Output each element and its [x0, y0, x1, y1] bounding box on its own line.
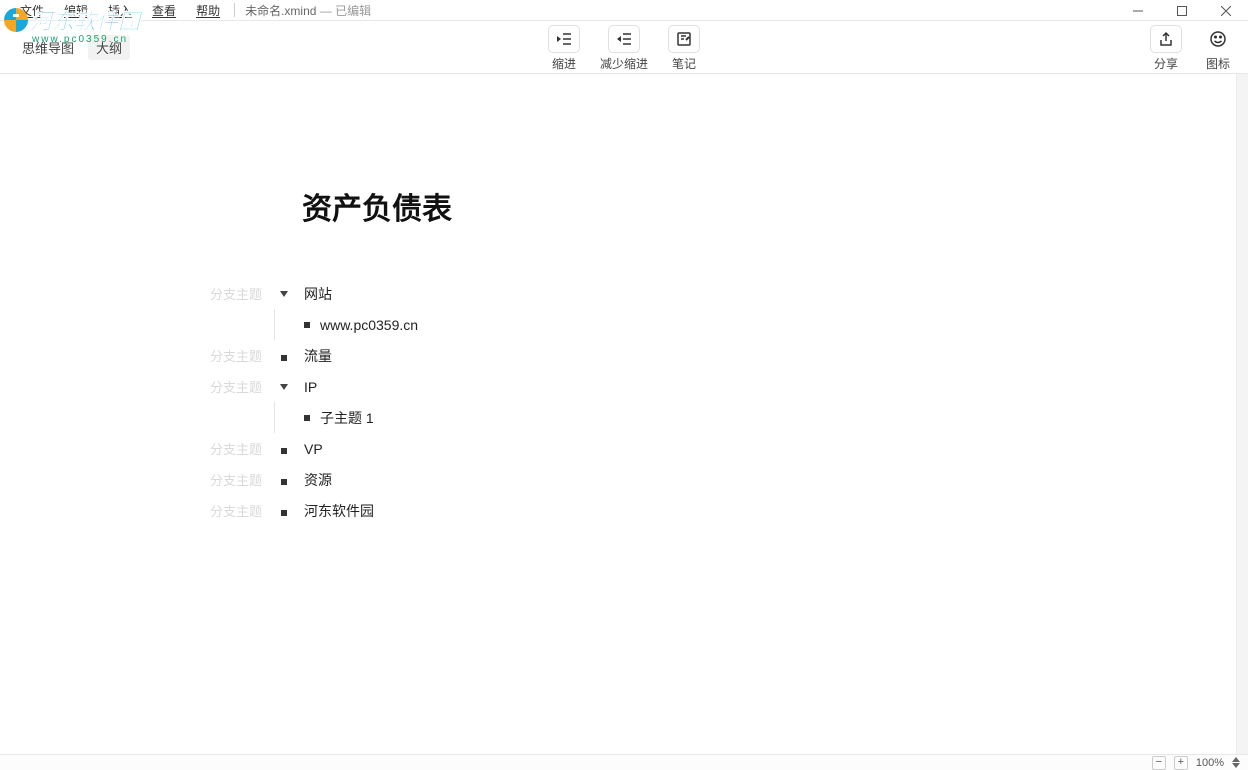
share-button[interactable]: 分享 — [1150, 25, 1182, 72]
zoom-level[interactable]: 100% — [1196, 757, 1224, 769]
menubar: 文件 编辑 插入 查看 帮助 未命名.xmind — 已编辑 — [0, 0, 1248, 21]
indent-label: 缩进 — [552, 55, 576, 72]
outline-item[interactable]: 分支主题 VP — [210, 433, 1236, 464]
tab-outline[interactable]: 大纲 — [88, 35, 130, 60]
bullet-icon — [270, 503, 298, 519]
indent-guide — [274, 402, 304, 433]
window-minimize-button[interactable] — [1116, 0, 1160, 21]
outdent-icon — [608, 25, 640, 53]
window-maximize-button[interactable] — [1160, 0, 1204, 21]
branch-hint: 分支主题 — [210, 439, 270, 458]
outline-item-label: 流量 — [298, 346, 332, 366]
outdent-label: 减少缩进 — [600, 55, 648, 72]
icons-button[interactable]: 图标 — [1202, 25, 1234, 72]
indent-guide — [274, 309, 304, 340]
outline-item[interactable]: 分支主题 资源 — [210, 464, 1236, 495]
outline-item[interactable]: 分支主题 网站 — [210, 278, 1236, 309]
outline-child-item[interactable]: 子主题 1 — [210, 402, 1236, 433]
zoom-dropdown-icon[interactable] — [1232, 757, 1240, 768]
branch-hint: 分支主题 — [210, 501, 270, 520]
menu-help[interactable]: 帮助 — [186, 2, 230, 19]
outline-title[interactable]: 资产负债表 — [302, 184, 1236, 228]
status-bar: − + 100% — [0, 754, 1248, 770]
branch-hint: 分支主题 — [210, 284, 270, 303]
menu-separator — [234, 3, 235, 17]
share-icon — [1150, 25, 1182, 53]
bullet-icon — [304, 415, 310, 421]
bullet-icon — [270, 348, 298, 364]
note-label: 笔记 — [672, 55, 696, 72]
outline-child-item[interactable]: www.pc0359.cn — [210, 309, 1236, 340]
outline-child-label: www.pc0359.cn — [320, 317, 418, 333]
icons-label: 图标 — [1206, 55, 1230, 72]
outline-area: 资产负债表 分支主题网站www.pc0359.cn分支主题流量分支主题IP子主题… — [0, 74, 1236, 754]
outline-item[interactable]: 分支主题 河东软件园 — [210, 495, 1236, 526]
outline-item-label: VP — [298, 441, 323, 457]
menu-view[interactable]: 查看 — [142, 2, 186, 19]
zoom-in-button[interactable]: + — [1174, 756, 1188, 770]
outline-item-label: 网站 — [298, 284, 332, 304]
vertical-scrollbar[interactable] — [1236, 74, 1248, 754]
menu-file[interactable]: 文件 — [10, 2, 54, 19]
branch-hint: 分支主题 — [210, 470, 270, 489]
toolbar: 思维导图 大纲 缩进 减少缩进 — [0, 21, 1248, 74]
tab-mindmap[interactable]: 思维导图 — [14, 35, 82, 60]
bullet-icon — [270, 472, 298, 488]
outline-child-label: 子主题 1 — [320, 408, 374, 428]
outline-item-label: 资源 — [298, 470, 332, 490]
window-controls — [1116, 0, 1248, 21]
outline-item-label: IP — [298, 379, 317, 395]
bullet-icon — [304, 322, 310, 328]
branch-hint: 分支主题 — [210, 346, 270, 365]
collapse-triangle-icon[interactable] — [270, 379, 298, 395]
menu-insert[interactable]: 插入 — [98, 2, 142, 19]
smiley-icon — [1202, 25, 1234, 53]
zoom-out-button[interactable]: − — [1152, 756, 1166, 770]
outline-item[interactable]: 分支主题 流量 — [210, 340, 1236, 371]
view-tabs: 思维导图 大纲 — [14, 21, 130, 60]
share-label: 分享 — [1154, 55, 1178, 72]
collapse-triangle-icon[interactable] — [270, 286, 298, 302]
indent-button[interactable]: 缩进 — [548, 25, 580, 72]
outline-item[interactable]: 分支主题 IP — [210, 371, 1236, 402]
note-icon — [668, 25, 700, 53]
window-close-button[interactable] — [1204, 0, 1248, 21]
branch-hint: 分支主题 — [210, 377, 270, 396]
outdent-button[interactable]: 减少缩进 — [600, 25, 648, 72]
document-title: 未命名.xmind — 已编辑 — [245, 2, 371, 19]
document-edited-label: 已编辑 — [335, 4, 371, 18]
outline-item-label: 河东软件园 — [298, 501, 374, 521]
menu-edit[interactable]: 编辑 — [54, 2, 98, 19]
indent-icon — [548, 25, 580, 53]
bullet-icon — [270, 441, 298, 457]
note-button[interactable]: 笔记 — [668, 25, 700, 72]
document-name: 未命名.xmind — [245, 4, 316, 18]
